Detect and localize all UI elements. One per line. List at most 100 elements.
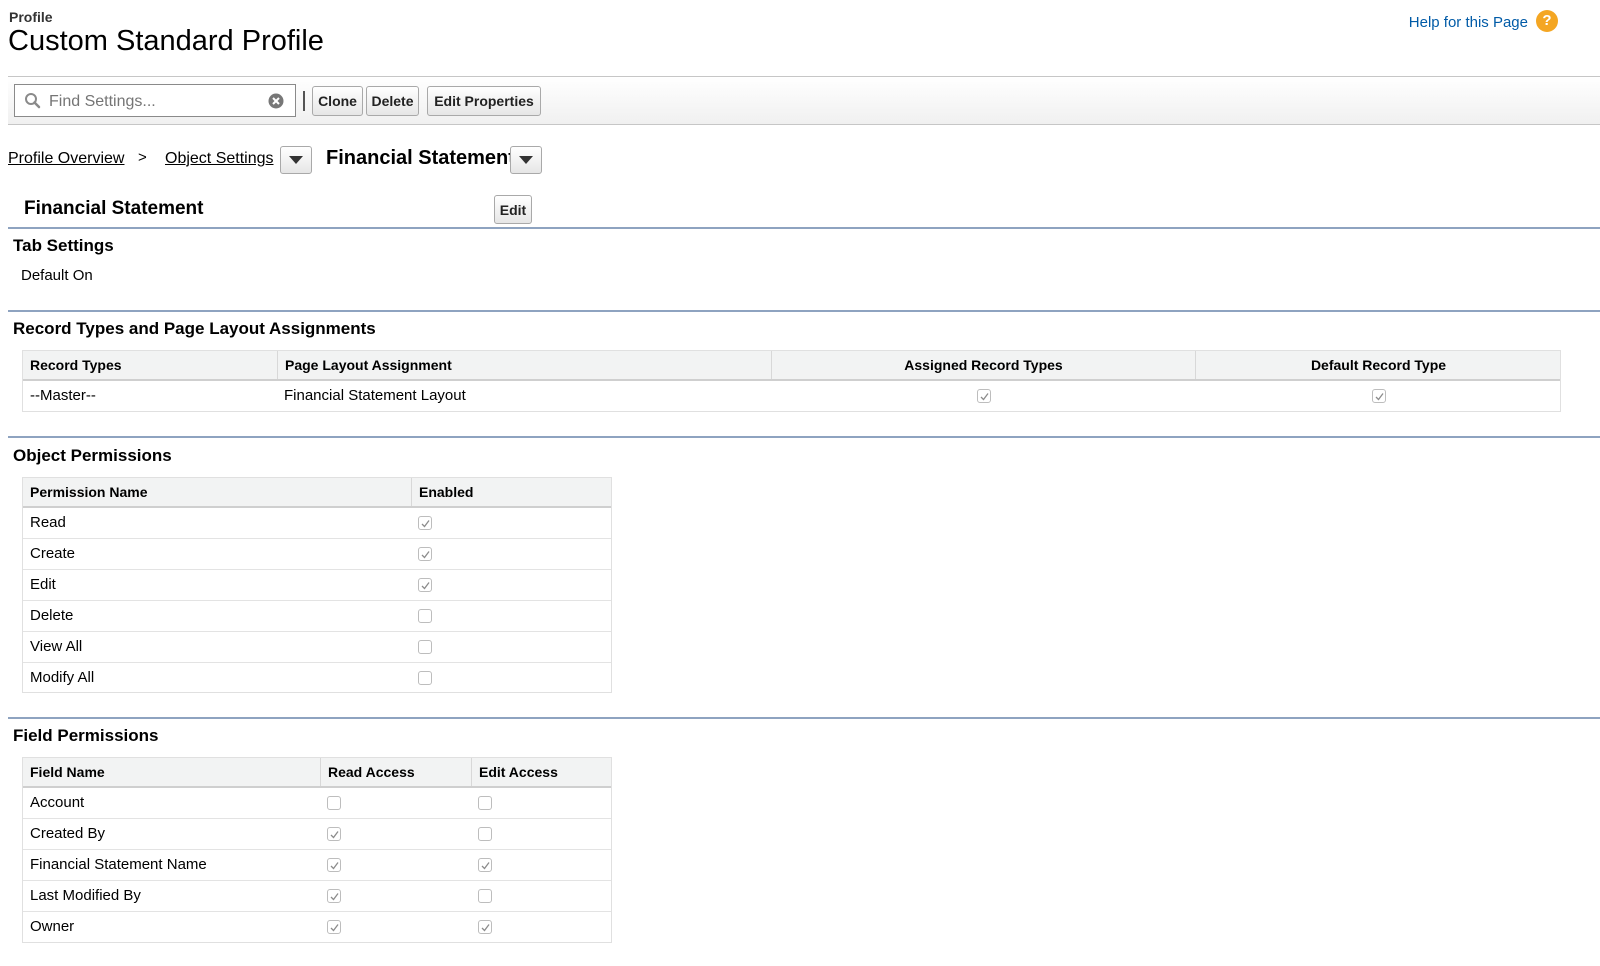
breadcrumb: Profile Overview > Object Settings Finan… bbox=[8, 146, 608, 176]
tab-settings-title: Tab Settings bbox=[13, 236, 114, 255]
permission-name: Read bbox=[30, 514, 66, 531]
field-name: Last Modified By bbox=[30, 887, 141, 904]
checkmark-icon bbox=[330, 923, 339, 931]
section-divider bbox=[8, 436, 1600, 438]
search-box[interactable] bbox=[14, 84, 296, 117]
field-name: Owner bbox=[30, 918, 75, 935]
table-row: --Master-- Financial Statement Layout bbox=[23, 381, 1560, 412]
checkbox bbox=[327, 796, 341, 810]
checkmark-icon bbox=[481, 861, 490, 869]
layout-cell: Financial Statement Layout bbox=[284, 387, 466, 404]
breadcrumb-profile-overview[interactable]: Profile Overview bbox=[8, 150, 124, 168]
permission-name: Delete bbox=[30, 607, 74, 624]
delete-button[interactable]: Delete bbox=[366, 86, 419, 116]
field-permissions-title: Field Permissions bbox=[13, 726, 159, 745]
page-title: Custom Standard Profile bbox=[8, 25, 324, 57]
help-link-label: Help for this Page bbox=[1408, 14, 1528, 31]
field-name: Financial Statement Name bbox=[30, 856, 207, 873]
checkbox bbox=[478, 858, 492, 872]
edit-properties-button[interactable]: Edit Properties bbox=[427, 86, 541, 116]
column-separator bbox=[320, 758, 321, 786]
table-row: Modify All bbox=[23, 663, 611, 694]
section-divider bbox=[8, 227, 1600, 229]
checkbox bbox=[478, 920, 492, 934]
clear-icon[interactable] bbox=[268, 93, 284, 109]
object-settings-dropdown[interactable] bbox=[280, 146, 312, 174]
column-header: Record Types bbox=[30, 357, 122, 373]
clone-button[interactable]: Clone bbox=[312, 86, 363, 116]
table-row: Account bbox=[23, 788, 611, 819]
breadcrumb-separator: > bbox=[138, 149, 147, 166]
checkbox bbox=[977, 389, 991, 403]
checkbox bbox=[478, 796, 492, 810]
record-types-title: Record Types and Page Layout Assignments bbox=[13, 319, 376, 338]
checkbox bbox=[478, 827, 492, 841]
column-separator bbox=[471, 758, 472, 786]
column-header: Read Access bbox=[328, 764, 415, 780]
breadcrumb-current: Financial Statement bbox=[326, 147, 515, 169]
checkbox bbox=[418, 640, 432, 654]
checkmark-icon bbox=[421, 581, 430, 589]
column-header: Permission Name bbox=[30, 484, 148, 500]
search-icon bbox=[25, 93, 41, 109]
edit-button[interactable]: Edit bbox=[494, 195, 532, 224]
section-divider bbox=[8, 310, 1600, 312]
checkmark-icon bbox=[421, 550, 430, 558]
table-header: Field Name Read Access Edit Access bbox=[23, 758, 611, 788]
record-types-table: Record Types Page Layout Assignment Assi… bbox=[22, 350, 1561, 412]
checkbox bbox=[418, 547, 432, 561]
checkmark-icon bbox=[330, 830, 339, 838]
checkbox bbox=[327, 858, 341, 872]
help-icon[interactable]: ? bbox=[1536, 10, 1558, 32]
table-row: Owner bbox=[23, 912, 611, 943]
table-row: Create bbox=[23, 539, 611, 570]
checkbox bbox=[327, 827, 341, 841]
permission-name: Edit bbox=[30, 576, 56, 593]
table-row: Financial Statement Name bbox=[23, 850, 611, 881]
table-header: Permission Name Enabled bbox=[23, 478, 611, 508]
column-header: Enabled bbox=[419, 484, 474, 500]
checkbox bbox=[478, 889, 492, 903]
object-title: Financial Statement bbox=[24, 198, 204, 219]
breadcrumb-object-settings[interactable]: Object Settings bbox=[165, 150, 274, 168]
checkbox bbox=[418, 671, 432, 685]
current-object-dropdown[interactable] bbox=[510, 146, 542, 174]
column-header: Assigned Record Types bbox=[904, 357, 1063, 373]
field-name: Account bbox=[30, 794, 85, 811]
checkbox bbox=[1372, 389, 1386, 403]
help-link[interactable]: Help for this Page bbox=[1409, 14, 1528, 31]
permission-name: Modify All bbox=[30, 669, 95, 686]
permission-name: Create bbox=[30, 545, 76, 562]
page-eyebrow: Profile bbox=[9, 9, 53, 25]
table-row: Delete bbox=[23, 601, 611, 632]
column-header: Page Layout Assignment bbox=[285, 357, 452, 373]
checkmark-icon bbox=[421, 519, 430, 527]
field-permissions-table: Field Name Read Access Edit Access Accou… bbox=[22, 757, 612, 943]
checkmark-icon bbox=[1375, 392, 1384, 400]
column-header: Field Name bbox=[30, 764, 105, 780]
record-type-cell: --Master-- bbox=[30, 387, 96, 404]
table-header: Record Types Page Layout Assignment Assi… bbox=[23, 351, 1560, 381]
checkmark-icon bbox=[980, 392, 989, 400]
checkbox bbox=[418, 578, 432, 592]
toolbar-divider bbox=[303, 91, 305, 111]
column-separator bbox=[411, 478, 412, 506]
column-header: Default Record Type bbox=[1310, 357, 1447, 373]
permission-name: View All bbox=[30, 638, 83, 655]
object-permissions-table: Permission Name Enabled Read Create Edit… bbox=[22, 477, 612, 693]
table-row: Created By bbox=[23, 819, 611, 850]
checkmark-icon bbox=[330, 892, 339, 900]
column-header: Edit Access bbox=[479, 764, 558, 780]
table-row: Edit bbox=[23, 570, 611, 601]
checkbox bbox=[327, 889, 341, 903]
table-row: Read bbox=[23, 508, 611, 539]
column-separator bbox=[277, 351, 278, 379]
field-name: Created By bbox=[30, 825, 106, 842]
chevron-down-icon bbox=[289, 155, 303, 164]
table-row: View All bbox=[23, 632, 611, 663]
checkmark-icon bbox=[330, 861, 339, 869]
search-input[interactable] bbox=[47, 89, 266, 114]
tab-settings-value: Default On bbox=[21, 267, 93, 284]
object-permissions-title: Object Permissions bbox=[13, 446, 172, 465]
checkbox bbox=[327, 920, 341, 934]
